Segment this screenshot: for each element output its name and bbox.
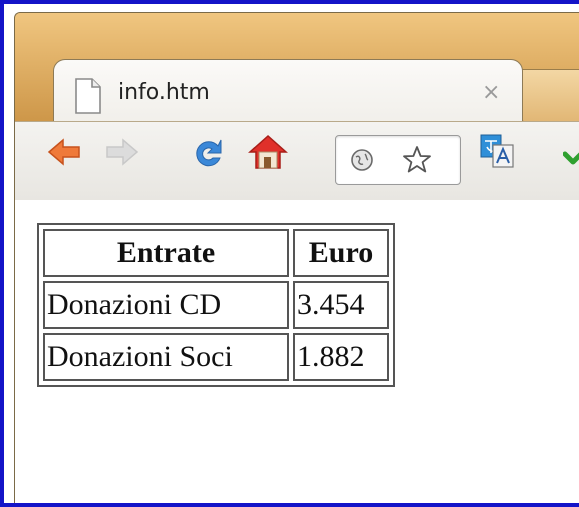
close-icon[interactable]: × [482,80,500,105]
globe-icon[interactable] [350,148,374,177]
translate-icon[interactable] [479,133,515,174]
table-cell: Donazioni Soci [43,333,289,381]
column-header: Euro [293,229,389,277]
screenshot-frame: info.htm × Entrate Euro Donazioni CD 3.4… [0,0,579,507]
reload-icon[interactable] [191,137,225,176]
tab-info[interactable]: info.htm × [53,59,523,123]
page-content: Entrate Euro Donazioni CD 3.454 Donazion… [15,200,579,503]
table-row: Donazioni Soci 1.882 [43,333,389,381]
table-header-row: Entrate Euro [43,229,389,277]
table-row: Donazioni CD 3.454 [43,281,389,329]
browser-window: info.htm × Entrate Euro Donazioni CD 3.4… [14,12,579,503]
table-cell: Donazioni CD [43,281,289,329]
forward-arrow-icon[interactable] [105,137,139,172]
table-cell: 3.454 [293,281,389,329]
back-arrow-icon[interactable] [47,137,81,172]
omnibox[interactable] [335,135,461,185]
star-icon[interactable] [402,145,432,180]
column-header: Entrate [43,229,289,277]
home-icon[interactable] [248,133,288,176]
page-icon [73,77,103,115]
donations-table: Entrate Euro Donazioni CD 3.454 Donazion… [37,223,395,387]
tab-title: info.htm [118,80,210,105]
checkmark-icon[interactable] [562,141,579,170]
table-cell: 1.882 [293,333,389,381]
